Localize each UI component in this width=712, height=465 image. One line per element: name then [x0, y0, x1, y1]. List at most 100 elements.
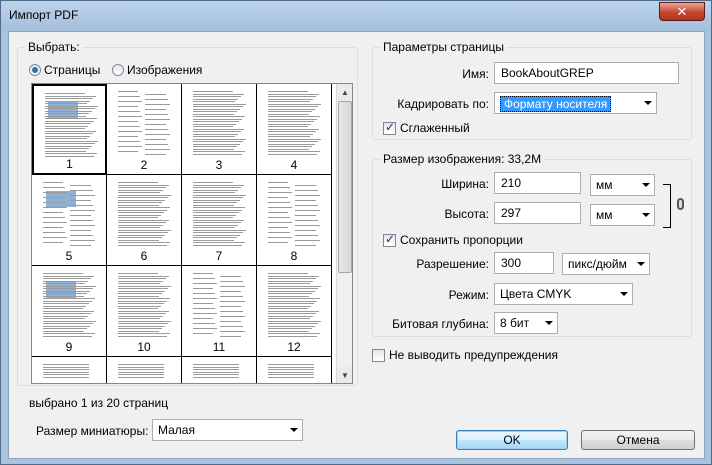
- page-text-line: [118, 366, 164, 368]
- page-text-line: [295, 189, 318, 191]
- page-text-line: [295, 199, 316, 201]
- page-thumbnail[interactable]: 3: [182, 84, 257, 175]
- page-thumbnail[interactable]: 12: [257, 266, 332, 357]
- width-field[interactable]: 210: [494, 172, 581, 194]
- constrain-checkbox-box[interactable]: [383, 232, 396, 247]
- page-text-line: [193, 308, 215, 309]
- page-thumbnail[interactable]: 10: [107, 266, 182, 357]
- width-label: Ширина:: [441, 177, 489, 191]
- page-text-line: [268, 333, 320, 334]
- page-thumbnails[interactable]: 1 2 3 4 5 6 7 8 9 10 11 12 ▲ ▼: [31, 83, 353, 384]
- resolution-unit-select[interactable]: пикс/дюйм: [562, 253, 650, 275]
- page-thumbnail[interactable]: 4: [257, 84, 332, 175]
- page-text-line: [193, 232, 243, 233]
- cancel-button[interactable]: Отмена: [581, 430, 695, 450]
- page-text-line: [193, 101, 235, 102]
- page-text-line: [193, 219, 244, 221]
- page-text-line: [145, 113, 168, 115]
- page-thumbnail[interactable]: 9: [32, 266, 107, 357]
- page-thumbnail[interactable]: 11: [182, 266, 257, 357]
- page-text-line: [193, 227, 235, 228]
- height-field[interactable]: 297: [494, 202, 581, 224]
- page-text-line: [118, 116, 142, 117]
- crop-select[interactable]: Формату носителя: [494, 92, 657, 114]
- page-thumbnail[interactable]: [182, 357, 257, 383]
- page-text-line: [118, 192, 160, 193]
- thumbnails-scrollbar[interactable]: ▲ ▼: [336, 84, 352, 383]
- page-thumbnail[interactable]: 8: [257, 175, 332, 266]
- mode-select[interactable]: Цвета CMYK: [494, 283, 633, 305]
- page-text-line: [118, 214, 161, 216]
- page-text-line: [268, 217, 290, 218]
- crop-value: Формату носителя: [500, 96, 612, 112]
- page-preview: [265, 179, 323, 247]
- page-text-line: [193, 209, 242, 211]
- scroll-thumb[interactable]: [338, 101, 352, 273]
- height-unit-select[interactable]: мм: [590, 204, 655, 226]
- suppress-warnings-checkbox[interactable]: Не выводить предупреждения: [372, 348, 558, 362]
- radio-images-label: Изображения: [127, 63, 203, 77]
- page-text-line: [193, 116, 245, 117]
- page-text-line: [193, 202, 237, 203]
- page-text-line: [70, 189, 93, 191]
- page-thumbnail[interactable]: [257, 357, 332, 383]
- page-text-line: [118, 330, 159, 332]
- scroll-down-arrow-icon[interactable]: ▼: [337, 367, 352, 383]
- page-number: 10: [137, 340, 151, 354]
- smooth-checkbox-box[interactable]: [383, 120, 396, 135]
- page-text-line: [45, 113, 89, 114]
- thumb-size-select[interactable]: Малая: [152, 419, 303, 441]
- page-text-line: [193, 151, 245, 152]
- page-text-line: [118, 227, 160, 228]
- radio-pages[interactable]: Страницы: [29, 63, 100, 77]
- suppress-warnings-box[interactable]: [372, 348, 385, 362]
- page-thumbnail[interactable]: [32, 357, 107, 383]
- page-text-line: [193, 234, 240, 236]
- page-text-line: [193, 214, 236, 216]
- width-unit-select[interactable]: мм: [590, 174, 655, 196]
- width-value: 210: [501, 176, 522, 190]
- page-text-line: [220, 325, 243, 327]
- page-text-line: [220, 280, 243, 282]
- page-text-line: [193, 128, 244, 130]
- page-thumbnail[interactable]: 1: [32, 84, 107, 175]
- page-text-line: [45, 133, 93, 134]
- radio-images-dot[interactable]: [112, 64, 124, 76]
- page-thumbnail[interactable]: [107, 357, 182, 383]
- title-bar[interactable]: Импорт PDF ✕: [1, 1, 711, 31]
- page-text-line: [193, 153, 242, 155]
- page-thumbnail[interactable]: 2: [107, 84, 182, 175]
- page-text-line: [268, 212, 288, 213]
- name-field[interactable]: BookAboutGREP: [494, 62, 679, 84]
- page-text-line: [118, 313, 166, 314]
- resolution-field[interactable]: 300: [494, 252, 554, 274]
- page-thumbnail[interactable]: 5: [32, 175, 107, 266]
- page-text-line: [43, 308, 83, 309]
- depth-select[interactable]: 8 бит: [494, 312, 558, 334]
- page-text-line: [43, 187, 65, 188]
- page-text-line: [145, 148, 170, 150]
- radio-pages-dot[interactable]: [29, 64, 41, 76]
- page-text-line: [43, 305, 86, 307]
- page-text-line: [43, 275, 94, 277]
- page-text-line: [43, 374, 89, 375]
- page-text-line: [268, 222, 292, 223]
- page-thumbnail[interactable]: 7: [182, 175, 257, 266]
- page-text-line: [268, 376, 314, 378]
- constrain-checkbox[interactable]: Сохранить пропорции: [383, 232, 523, 247]
- page-text-line: [118, 310, 169, 312]
- page-text-line: [118, 244, 167, 246]
- page-text-line: [268, 300, 317, 302]
- radio-images[interactable]: Изображения: [112, 63, 202, 77]
- page-preview: [42, 90, 100, 158]
- page-text-line: [43, 222, 67, 223]
- scroll-up-arrow-icon[interactable]: ▲: [337, 84, 352, 100]
- page-text-line: [118, 374, 164, 375]
- ok-button[interactable]: OK: [456, 430, 568, 450]
- smooth-checkbox[interactable]: Сглаженный: [383, 120, 470, 135]
- page-text-line: [268, 187, 290, 188]
- page-text-line: [70, 219, 93, 221]
- close-button[interactable]: ✕: [659, 2, 705, 21]
- page-thumbnail[interactable]: 6: [107, 175, 182, 266]
- page-text-line: [45, 143, 95, 144]
